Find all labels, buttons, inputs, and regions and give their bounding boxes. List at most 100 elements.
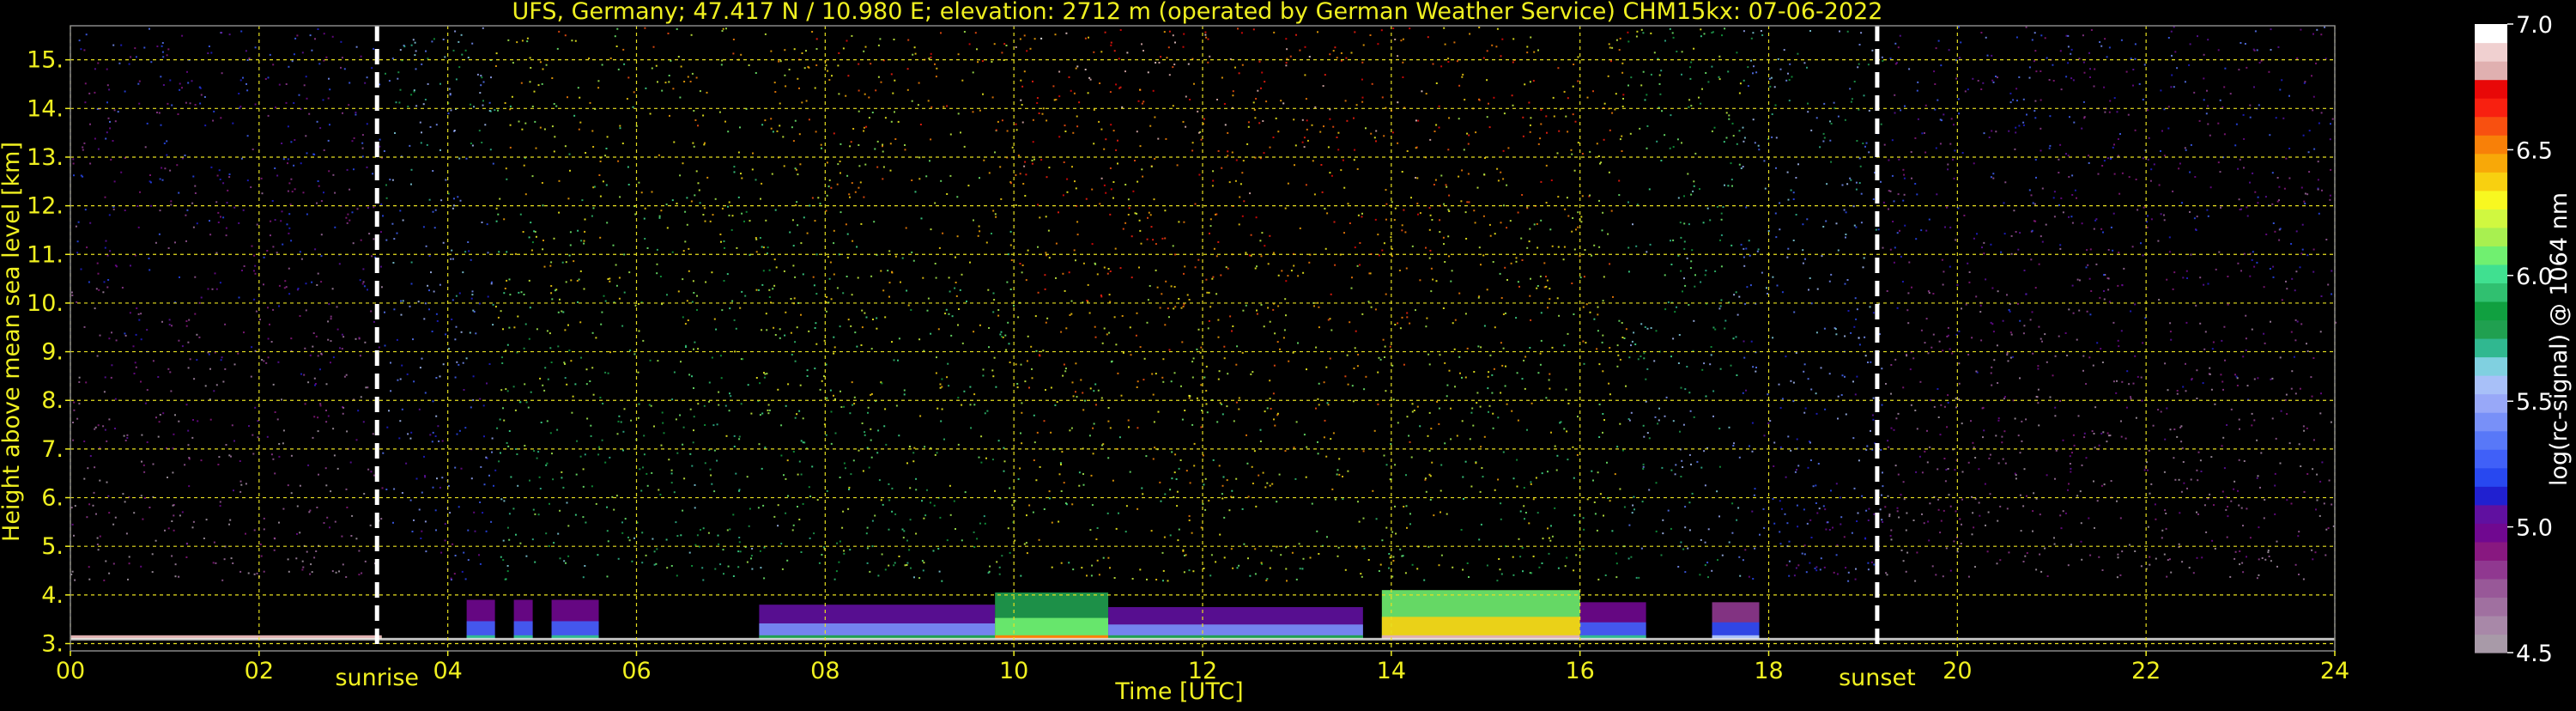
noise-speckle (805, 100, 808, 102)
noise-speckle (979, 522, 981, 525)
noise-speckle (872, 319, 874, 320)
noise-speckle (924, 514, 927, 517)
noise-speckle (83, 142, 86, 144)
noise-speckle (591, 367, 594, 369)
noise-speckle (1255, 216, 1258, 219)
noise-speckle (573, 114, 576, 117)
noise-speckle (653, 550, 656, 553)
noise-speckle (1032, 511, 1034, 514)
noise-speckle (1303, 146, 1306, 149)
noise-speckle (1187, 63, 1190, 65)
noise-speckle (1342, 159, 1344, 161)
noise-speckle (1602, 300, 1604, 302)
noise-speckle (634, 304, 637, 307)
noise-speckle (208, 46, 210, 47)
noise-speckle (1308, 261, 1311, 264)
noise-speckle (1280, 100, 1282, 102)
noise-speckle (1117, 372, 1119, 374)
noise-speckle (1337, 131, 1340, 134)
noise-speckle (502, 539, 505, 542)
noise-speckle (198, 336, 201, 338)
noise-speckle (214, 272, 216, 275)
noise-speckle (1192, 570, 1195, 573)
noise-speckle (1153, 421, 1155, 423)
noise-speckle (269, 53, 271, 56)
noise-speckle (1593, 318, 1596, 320)
noise-speckle (1014, 500, 1016, 502)
noise-speckle (858, 89, 860, 92)
noise-speckle (1819, 568, 1821, 571)
noise-speckle (1648, 489, 1651, 491)
noise-speckle (1405, 267, 1408, 270)
noise-speckle (1818, 507, 1821, 510)
noise-speckle (1850, 331, 1852, 334)
noise-speckle (1033, 38, 1036, 40)
noise-speckle (738, 438, 741, 441)
noise-speckle (519, 213, 522, 216)
noise-speckle (245, 483, 247, 485)
noise-speckle (361, 572, 363, 574)
noise-speckle (640, 191, 643, 194)
noise-speckle (761, 329, 763, 331)
noise-speckle (1769, 420, 1772, 422)
noise-speckle (394, 132, 396, 134)
noise-speckle (1503, 204, 1505, 207)
noise-speckle (96, 544, 99, 545)
noise-speckle (732, 575, 735, 577)
noise-speckle (1243, 543, 1246, 545)
noise-speckle (903, 530, 906, 532)
noise-speckle (2168, 251, 2171, 253)
noise-speckle (1288, 360, 1290, 362)
noise-speckle (192, 226, 195, 228)
noise-speckle (460, 33, 463, 36)
noise-speckle (1621, 449, 1624, 452)
noise-speckle (682, 250, 685, 252)
noise-speckle (290, 178, 293, 180)
noise-speckle (1646, 125, 1649, 127)
noise-speckle (694, 544, 697, 546)
noise-speckle (978, 225, 980, 228)
noise-speckle (739, 307, 742, 309)
noise-speckle (327, 320, 330, 323)
noise-speckle (1979, 311, 1982, 313)
noise-speckle (424, 99, 427, 100)
noise-speckle (541, 182, 543, 184)
noise-speckle (491, 437, 494, 440)
noise-speckle (1045, 389, 1046, 392)
noise-speckle (432, 210, 434, 213)
noise-speckle (1650, 73, 1652, 76)
noise-speckle (1122, 228, 1124, 230)
noise-speckle (1807, 466, 1809, 469)
noise-speckle (102, 425, 105, 428)
noise-speckle (1064, 125, 1066, 127)
noise-speckle (399, 210, 402, 212)
noise-speckle (1830, 273, 1833, 276)
noise-speckle (97, 62, 100, 64)
noise-speckle (1713, 126, 1716, 129)
noise-speckle (1820, 557, 1822, 560)
noise-speckle (519, 401, 522, 404)
noise-speckle (2033, 492, 2035, 495)
noise-speckle (207, 288, 209, 290)
noise-speckle (1401, 171, 1403, 173)
noise-speckle (686, 197, 688, 199)
noise-speckle (1759, 533, 1761, 536)
noise-speckle (589, 380, 591, 382)
noise-speckle (553, 237, 555, 240)
noise-speckle (1688, 99, 1691, 101)
noise-speckle (2041, 240, 2044, 243)
noise-speckle (1036, 97, 1039, 100)
noise-speckle (1683, 247, 1686, 250)
noise-speckle (126, 437, 129, 439)
noise-speckle (1208, 500, 1210, 502)
noise-speckle (1704, 564, 1706, 567)
noise-speckle (2040, 337, 2042, 340)
noise-speckle (72, 162, 75, 165)
noise-speckle (1843, 536, 1846, 538)
noise-speckle (1385, 293, 1387, 295)
noise-speckle (1145, 455, 1148, 458)
noise-speckle (1000, 198, 1003, 200)
noise-speckle (978, 456, 980, 459)
noise-speckle (1350, 52, 1353, 54)
noise-speckle (2004, 462, 2007, 465)
